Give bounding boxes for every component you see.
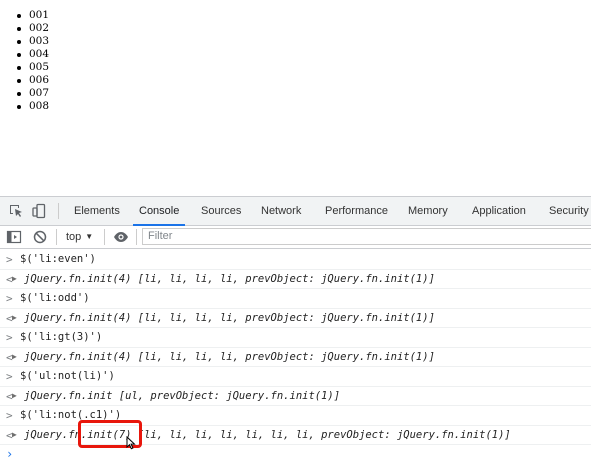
console-input-row: > $('li:gt(3)') xyxy=(0,328,591,348)
inspected-page: 001 002 003 004 005 006 007 008 xyxy=(0,0,591,196)
console-result-row[interactable]: < ▶ jQuery.fn.init(4) [li, li, li, li, pr… xyxy=(0,270,591,289)
toolbar-divider xyxy=(104,229,105,245)
tab-console[interactable]: Console xyxy=(132,197,186,226)
expand-triangle-icon[interactable]: ▶ xyxy=(12,430,17,439)
console-command: $('li:even') xyxy=(20,253,96,265)
list-item: 005 xyxy=(13,61,49,74)
console-command: $('li:odd') xyxy=(20,292,90,304)
console-command: $('li:gt(3)') xyxy=(20,331,103,343)
device-toolbar-icon[interactable] xyxy=(31,203,47,219)
tab-performance[interactable]: Performance xyxy=(325,197,388,225)
console-command: $('ul:not(li)') xyxy=(20,370,115,382)
tab-network[interactable]: Network xyxy=(261,197,301,225)
context-selector[interactable]: top ▼ xyxy=(66,226,93,248)
input-chevron-icon: > xyxy=(6,292,13,305)
input-chevron-icon: > xyxy=(6,253,13,266)
console-result-text: jQuery.fn.init(4) [li, li, li, li, prevO… xyxy=(24,311,435,324)
console-result[interactable]: ▶ jQuery.fn.init(4) [li, li, li, li, prev… xyxy=(12,311,435,324)
input-chevron-icon: > xyxy=(6,409,13,422)
list-item: 001 xyxy=(13,9,49,22)
number-list: 001 002 003 004 005 006 007 008 xyxy=(13,9,49,113)
tab-sources[interactable]: Sources xyxy=(201,197,241,225)
console-result-row[interactable]: < ▶ jQuery.fn.init(4) [li, li, li, li, pr… xyxy=(0,309,591,328)
filter-input[interactable]: Filter xyxy=(142,228,591,245)
console-result-row[interactable]: < ▶ jQuery.fn.init [ul, prevObject: jQuer… xyxy=(0,387,591,406)
console-result-text: jQuery.fn.init(4) [li, li, li, li, prevO… xyxy=(24,350,435,363)
console-result-text: jQuery.fn.init [ul, prevObject: jQuery.f… xyxy=(24,389,341,402)
console-input-row: > $('li:odd') xyxy=(0,289,591,309)
list-item: 007 xyxy=(13,87,49,100)
toolbar-divider xyxy=(136,229,137,245)
console-input-row: > $('ul:not(li)') xyxy=(0,367,591,387)
console-result[interactable]: ▶ jQuery.fn.init(4) [li, li, li, li, prev… xyxy=(12,350,435,363)
console-toolbar: top ▼ Filter xyxy=(0,226,591,249)
console-result-text: jQuery.fn.init(4) [li, li, li, li, prevO… xyxy=(24,272,435,285)
expand-triangle-icon[interactable]: ▶ xyxy=(12,391,17,400)
list-item: 002 xyxy=(13,22,49,35)
console-prompt: › xyxy=(6,447,14,461)
expand-triangle-icon[interactable]: ▶ xyxy=(12,352,17,361)
expand-triangle-icon[interactable]: ▶ xyxy=(12,274,17,283)
expand-triangle-icon[interactable]: ▶ xyxy=(12,313,17,322)
console-result[interactable]: ▶ jQuery.fn.init(4) [li, li, li, li, prev… xyxy=(12,272,435,285)
context-selector-label: top xyxy=(66,231,82,243)
list-item: 004 xyxy=(13,48,49,61)
toolbar-divider xyxy=(58,203,59,219)
list-item: 003 xyxy=(13,35,49,48)
console-result-row[interactable]: < ▶ jQuery.fn.init(4) [li, li, li, li, pr… xyxy=(0,348,591,367)
console-output: > $('li:even') < ▶ jQuery.fn.init(4) [li,… xyxy=(0,249,591,461)
tab-elements[interactable]: Elements xyxy=(74,197,120,225)
inspect-element-icon[interactable] xyxy=(8,203,24,219)
devtools-panel: Elements Console Sources Network Perform… xyxy=(0,196,591,461)
list-item: 008 xyxy=(13,100,49,113)
dropdown-caret-icon: ▼ xyxy=(85,232,94,241)
tab-security[interactable]: Security xyxy=(549,197,589,225)
clear-console-icon[interactable] xyxy=(32,229,48,245)
eye-icon[interactable] xyxy=(113,229,129,245)
console-input-row: > $('li:even') xyxy=(0,250,591,270)
show-sidebar-icon[interactable] xyxy=(6,229,22,245)
console-prompt-row[interactable]: › xyxy=(0,445,591,465)
tab-application[interactable]: Application xyxy=(472,197,526,225)
list-item: 006 xyxy=(13,74,49,87)
tab-memory[interactable]: Memory xyxy=(408,197,448,225)
input-chevron-icon: > xyxy=(6,370,13,383)
devtools-tab-bar: Elements Console Sources Network Perform… xyxy=(0,197,591,226)
console-result[interactable]: ▶ jQuery.fn.init [ul, prevObject: jQuery.… xyxy=(12,389,341,402)
toolbar-divider xyxy=(56,229,57,245)
input-chevron-icon: > xyxy=(6,331,13,344)
